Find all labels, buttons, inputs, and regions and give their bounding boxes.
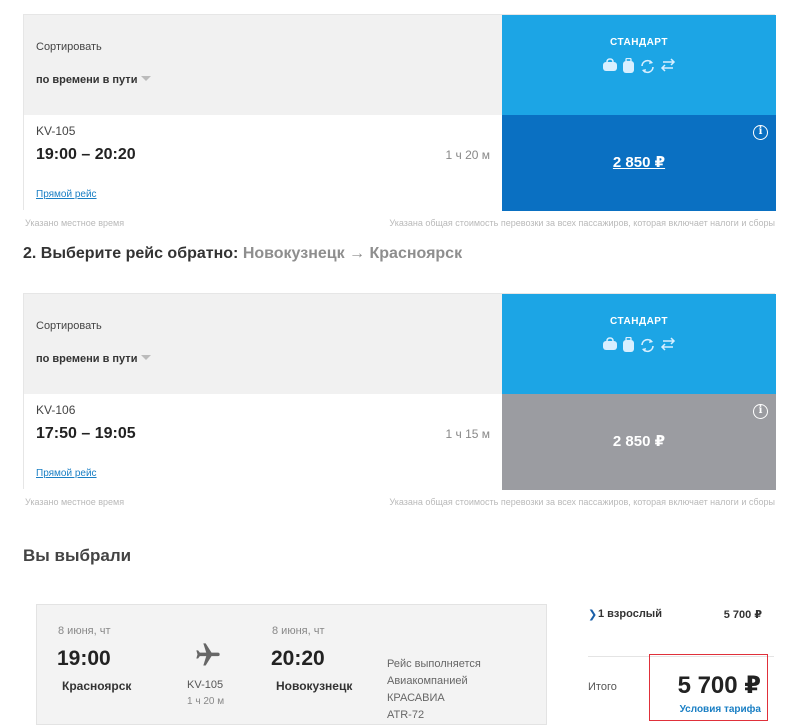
flight-duration: 1 ч 20 м (187, 696, 225, 707)
total-highlight-box: 5 700 ₽ Условия тарифа (649, 654, 768, 721)
fare-features (502, 337, 776, 354)
total-cost-note: Указана общая стоимость перевозки за все… (389, 497, 775, 507)
flight-row: KV-106 17:50 – 19:05 1 ч 15 м Прямой рей… (24, 394, 502, 490)
luggage-icon (623, 337, 634, 352)
passenger-price: 5 700 ₽ (723, 609, 762, 621)
airplane-icon (196, 643, 220, 666)
aircraft-type: ATR-72 (387, 709, 425, 721)
total-label: Итого (588, 681, 617, 693)
total-price: 5 700 ₽ (677, 672, 761, 699)
exchange-icon (641, 338, 654, 353)
departure-time: 19:00 (57, 647, 111, 670)
return-to-city: Красноярск (369, 245, 463, 262)
fare-title: СТАНДАРТ (610, 37, 668, 48)
local-time-note: Указано местное время (25, 497, 125, 507)
arrival-city: Новокузнецк (276, 679, 353, 693)
sort-area: Сортировать по времени в пути (24, 15, 502, 115)
info-icon[interactable]: i (753, 125, 768, 140)
fare-price: 2 850 ₽ (612, 154, 666, 171)
arrival-time: 20:20 (271, 647, 325, 670)
fare-price-option[interactable]: i 2 850 ₽ (502, 394, 776, 490)
fare-price-selected[interactable]: i 2 850 ₽ (502, 115, 776, 211)
flight-times: 19:00 – 20:20 (36, 146, 136, 163)
sort-area: Сортировать по времени в пути (24, 294, 502, 394)
fare-column-header: СТАНДАРТ (502, 15, 776, 115)
selection-title: Вы выбрали (23, 546, 132, 565)
inbound-flight-table: Сортировать по времени в пути СТАНДАРТ K… (23, 293, 776, 490)
chevron-down-icon (141, 76, 152, 81)
flight-row: KV-105 19:00 – 20:20 1 ч 20 м Прямой рей… (24, 115, 502, 211)
flight-duration: 1 ч 20 м (445, 148, 490, 162)
fare-features (502, 58, 776, 75)
bag-icon (603, 58, 617, 71)
direct-flight-link[interactable]: Прямой рейс (36, 189, 97, 200)
fare-price: 2 850 ₽ (612, 433, 666, 450)
return-step-title: 2. Выберите рейс обратно: Новокузнецк → … (23, 245, 462, 263)
fare-column-header: СТАНДАРТ (502, 294, 776, 394)
fare-terms-link[interactable]: Условия тарифа (680, 704, 761, 715)
fare-title: СТАНДАРТ (610, 316, 668, 327)
info-icon[interactable]: i (753, 404, 768, 419)
sort-label: Сортировать (36, 41, 102, 53)
bag-icon (603, 337, 617, 350)
selected-flight-card: 8 июня, чт 19:00 Красноярск KV-105 1 ч 2… (36, 604, 547, 725)
luggage-icon (623, 58, 634, 73)
flight-duration: 1 ч 15 м (445, 427, 490, 441)
passenger-label: 1 взрослый (598, 608, 662, 620)
operator-name: КРАСАВИА (387, 692, 445, 704)
chevron-down-icon (141, 355, 152, 360)
route-arrow: → (349, 245, 366, 262)
operator-line: Авиакомпанией (387, 675, 468, 687)
return-from-city: Новокузнецк (242, 245, 345, 262)
arrival-date: 8 июня, чт (272, 625, 325, 637)
departure-date: 8 июня, чт (58, 625, 111, 637)
sort-value: по времени в пути (36, 353, 138, 365)
sort-dropdown[interactable]: по времени в пути (36, 74, 152, 86)
step-title-prefix: 2. Выберите рейс обратно: (23, 245, 239, 262)
chevron-right-icon: ❯ (588, 609, 598, 621)
direct-flight-link[interactable]: Прямой рейс (36, 468, 97, 479)
outbound-flight-table: Сортировать по времени в пути СТАНДАРТ K… (23, 14, 776, 211)
total-cost-note: Указана общая стоимость перевозки за все… (389, 218, 775, 228)
operator-info: Рейс выполняется Авиакомпанией КРАСАВИА … (387, 656, 527, 724)
local-time-note: Указано местное время (25, 218, 125, 228)
flight-number: KV-106 (36, 403, 76, 417)
sort-dropdown[interactable]: по времени в пути (36, 353, 152, 365)
operator-line: Рейс выполняется (387, 658, 481, 670)
flight-number: KV-105 (187, 679, 224, 691)
flight-number: KV-105 (36, 124, 76, 138)
return-icon (660, 337, 676, 351)
sort-label: Сортировать (36, 320, 102, 332)
flight-times: 17:50 – 19:05 (36, 425, 136, 442)
sort-value: по времени в пути (36, 74, 138, 86)
exchange-icon (641, 59, 654, 74)
departure-city: Красноярск (62, 679, 132, 693)
return-icon (660, 58, 676, 72)
